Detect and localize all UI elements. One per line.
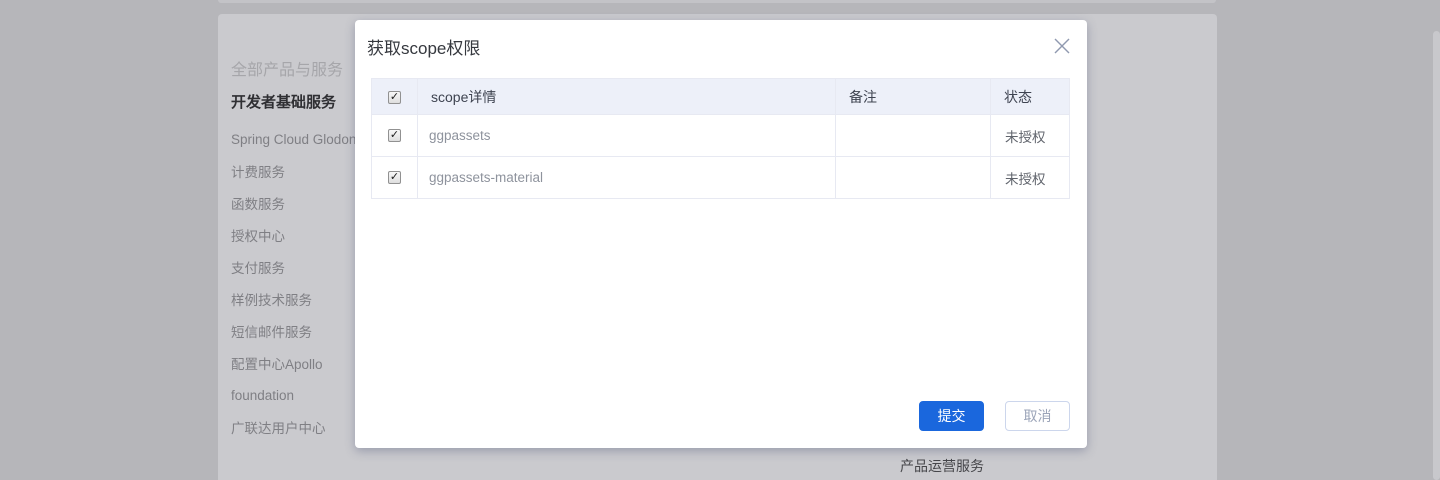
scope-status: 未授权 [991,115,1070,157]
row-checkbox[interactable] [388,171,401,184]
select-all-checkbox[interactable] [388,91,401,104]
scope-name: ggpassets-material [418,157,836,199]
page-header-bottom-edge [218,0,1216,3]
column-header-scope: scope详情 [418,79,836,115]
scope-permission-modal: 获取scope权限 scope详情 备注 状态 [355,20,1087,448]
cancel-button[interactable]: 取消 [1005,401,1070,431]
column-header-remark: 备注 [836,79,991,115]
table-row: ggpassets 未授权 [372,115,1070,157]
modal-title: 获取scope权限 [367,39,480,59]
scope-remark [836,115,991,157]
background-section-title: 产品运营服务 [900,456,984,476]
close-icon[interactable] [1052,36,1072,56]
scope-name: ggpassets [418,115,836,157]
scope-table: scope详情 备注 状态 ggpassets 未授权 ggpassets-ma… [371,78,1070,199]
page-scrollbar-thumb[interactable] [1433,31,1440,480]
row-checkbox[interactable] [388,129,401,142]
table-header-row: scope详情 备注 状态 [372,79,1070,115]
column-header-status: 状态 [991,79,1070,115]
scope-remark [836,157,991,199]
scope-status: 未授权 [991,157,1070,199]
submit-button[interactable]: 提交 [919,401,984,431]
table-row: ggpassets-material 未授权 [372,157,1070,199]
